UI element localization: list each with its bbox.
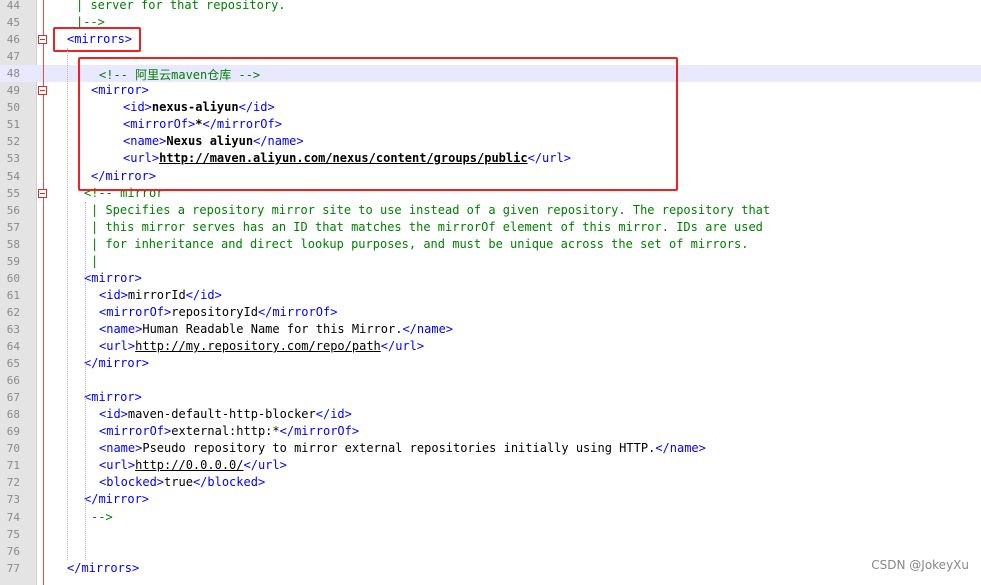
line-number: 47 [6,50,20,64]
indent-guide [85,201,86,560]
line-number: 55 [6,186,20,200]
line-number: 73 [6,493,20,507]
line-number: 45 [6,16,20,30]
code-line[interactable]: 71 <url>http://0.0.0.0/</url> [0,457,981,474]
code-line[interactable]: 74 --> [0,509,981,526]
code-line[interactable]: 60 <mirror> [0,270,981,287]
code-line[interactable]: 46 <mirrors> [0,31,981,48]
indent-guide [67,48,68,560]
line-number: 70 [6,442,20,456]
line-number: 48 [6,67,20,81]
code-text: <blocked>true</blocked> [99,475,266,490]
code-line[interactable]: 68 <id>maven-default-http-blocker</id> [0,406,981,423]
code-line[interactable]: 76 [0,543,981,560]
code-line[interactable]: 62 <mirrorOf>repositoryId</mirrorOf> [0,304,981,321]
code-text: <mirror> [84,390,142,405]
code-text: <url>http://my.repository.com/repo/path<… [99,339,425,353]
line-number: 69 [6,425,20,439]
code-line[interactable]: 57 | this mirror serves has an ID that ma… [0,219,981,236]
line-number: 58 [6,237,20,251]
watermark: CSDN @JokeyXu [871,558,969,572]
line-number: 61 [6,288,20,302]
code-line[interactable]: 66 [0,372,981,389]
code-line[interactable]: 75 [0,526,981,543]
code-text: <url>http://0.0.0.0/</url> [99,458,287,473]
code-text: <mirrorOf>repositoryId</mirrorOf> [99,304,338,319]
code-line[interactable]: 44 | server for that repository. [0,0,981,14]
code-line[interactable]: 70 <name>Pseudo repository to mirror exte… [0,440,981,457]
fold-range-line [43,44,44,585]
line-number: 44 [6,0,20,12]
fold-collapse-icon[interactable] [38,35,47,45]
line-number: 52 [6,135,20,149]
line-number: 75 [6,527,20,541]
line-number: 53 [6,152,20,166]
line-number: 67 [6,391,20,405]
line-number: 49 [6,84,20,98]
fold-collapse-icon[interactable] [38,188,47,198]
line-number: 57 [6,220,20,234]
code-line[interactable]: 64 <url>http://my.repository.com/repo/pat… [0,338,981,355]
line-number: 60 [6,271,20,285]
code-text: | server for that repository. [76,0,286,12]
line-number: 64 [6,340,20,353]
code-text: <name>Human Readable Name for this Mirro… [99,321,454,336]
code-line[interactable]: 61 <id>mirrorId</id> [0,287,981,304]
code-text: </mirrors> [67,560,140,575]
code-line[interactable]: 58 | for inheritance and direct lookup pu… [0,236,981,253]
line-number: 46 [6,33,20,47]
code-line[interactable]: 65 </mirror> [0,355,981,372]
line-number: 72 [6,476,20,490]
line-number: 62 [6,305,20,319]
code-text: <mirror> [84,270,142,285]
code-text: </mirror> [84,492,150,507]
line-number: 56 [6,203,20,217]
line-number: 54 [6,169,20,183]
code-text: | for inheritance and direct lookup purp… [91,236,749,251]
code-line[interactable]: 69 <mirrorOf>external:http:*</mirrorOf> [0,423,981,440]
fold-range-line [43,0,44,36]
code-text: </mirror> [84,356,150,371]
code-text: | Specifies a repository mirror site to … [91,202,771,217]
line-number: 50 [6,101,20,115]
line-number: 59 [6,254,20,268]
code-line[interactable]: 72 <blocked>true</blocked> [0,474,981,491]
fold-collapse-icon[interactable] [38,86,47,96]
code-text: <name>Pseudo repository to mirror extern… [99,441,706,456]
code-text: | [91,253,99,268]
code-text: <id>maven-default-http-blocker</id> [99,407,352,422]
code-text: <id>mirrorId</id> [99,287,222,302]
code-line[interactable]: 67 <mirror> [0,389,981,406]
code-text: <mirrorOf>external:http:*</mirrorOf> [99,424,360,439]
line-number: 71 [6,459,20,473]
line-number: 68 [6,408,20,422]
line-number: 51 [6,118,20,132]
line-number: 77 [6,561,20,575]
code-line[interactable]: 63 <name>Human Readable Name for this Mir… [0,321,981,338]
line-number: 76 [6,544,20,558]
line-number: 74 [6,510,20,524]
code-text: --> [91,509,113,524]
code-text: | this mirror serves has an ID that matc… [91,219,763,234]
annotation-box-aliyun-mirror [78,57,678,191]
code-line[interactable]: 59 | [0,253,981,270]
code-line[interactable]: 56 | Specifies a repository mirror site t… [0,202,981,219]
code-line[interactable]: 45 |--> [0,14,981,31]
line-number: 65 [6,357,20,371]
code-line[interactable]: 73 </mirror> [0,491,981,508]
code-line[interactable]: 77 </mirrors> [0,560,981,577]
line-number: 63 [6,322,20,336]
line-number: 66 [6,374,20,388]
